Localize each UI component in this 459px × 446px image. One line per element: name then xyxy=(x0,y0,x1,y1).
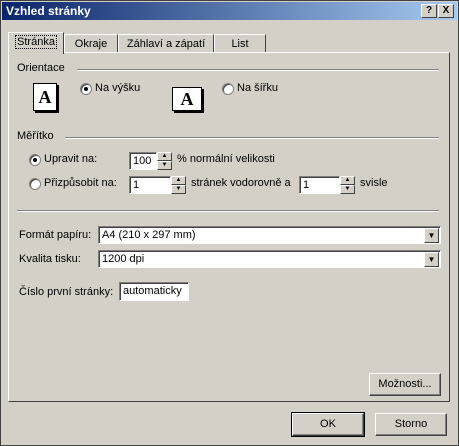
tab-sheet[interactable]: List xyxy=(214,34,266,53)
fit-to-label[interactable]: Přizpůsobit na: xyxy=(44,177,117,189)
help-button[interactable]: ? xyxy=(421,4,437,18)
fit-tall-input[interactable]: 1 xyxy=(299,176,340,194)
dropdown-arrow-icon[interactable]: ▼ xyxy=(424,228,439,243)
portrait-label[interactable]: Na výšku xyxy=(95,82,140,94)
print-quality-select[interactable]: 1200 dpi ▼ xyxy=(98,250,441,268)
print-quality-value: 1200 dpi xyxy=(102,253,145,265)
fit-wide-input[interactable]: 1 xyxy=(129,176,171,194)
adjust-to-label[interactable]: Upravit na: xyxy=(44,153,97,165)
spin-up-icon[interactable]: ▲ xyxy=(157,152,172,161)
fit-wide-spinner[interactable]: ▲ ▼ xyxy=(171,176,186,194)
portrait-radio[interactable] xyxy=(80,83,92,95)
portrait-page-icon: A xyxy=(33,83,57,111)
orientation-heading: Orientace xyxy=(17,62,65,74)
first-page-input[interactable]: automaticky xyxy=(119,282,189,301)
paper-size-value: A4 (210 x 297 mm) xyxy=(102,229,196,241)
adjust-to-input[interactable]: 100 xyxy=(129,152,157,170)
close-button[interactable]: X xyxy=(438,4,454,18)
scaling-heading: Měřítko xyxy=(17,130,54,142)
scaling-separator xyxy=(65,137,439,139)
dropdown-arrow-icon[interactable]: ▼ xyxy=(424,252,439,267)
fit-tall-spinner[interactable]: ▲ ▼ xyxy=(340,176,355,194)
tab-page[interactable]: Stránka xyxy=(8,32,64,54)
fit-wide-label: stránek vodorovně a xyxy=(191,177,291,189)
options-button[interactable]: Možnosti... xyxy=(369,373,441,396)
fit-to-radio[interactable] xyxy=(29,178,41,190)
adjust-to-suffix: % normální velikosti xyxy=(177,153,275,165)
adjust-to-spinner[interactable]: ▲ ▼ xyxy=(157,152,172,170)
tab-margins[interactable]: Okraje xyxy=(64,34,118,53)
spin-down-icon[interactable]: ▼ xyxy=(157,161,172,170)
cancel-button[interactable]: Storno xyxy=(375,413,447,436)
spin-down-icon[interactable]: ▼ xyxy=(171,185,186,194)
tab-header-footer[interactable]: Záhlaví a zápatí xyxy=(118,34,214,53)
print-quality-label: Kvalita tisku: xyxy=(19,253,81,265)
landscape-label[interactable]: Na šířku xyxy=(237,82,278,94)
spin-up-icon[interactable]: ▲ xyxy=(340,176,355,185)
adjust-to-radio[interactable] xyxy=(29,154,41,166)
first-page-label: Číslo první stránky: xyxy=(19,286,114,298)
ok-button[interactable]: OK xyxy=(291,412,365,437)
section-separator xyxy=(17,210,439,212)
spin-down-icon[interactable]: ▼ xyxy=(340,185,355,194)
window-title: Vzhled stránky xyxy=(6,4,91,18)
tab-panel: Orientace A Na výšku A Na šířku Měřítko … xyxy=(8,52,450,402)
fit-tall-label: svisle xyxy=(360,177,388,189)
spin-up-icon[interactable]: ▲ xyxy=(171,176,186,185)
landscape-page-icon: A xyxy=(172,87,202,111)
paper-size-label: Formát papíru: xyxy=(19,229,92,241)
paper-size-select[interactable]: A4 (210 x 297 mm) ▼ xyxy=(98,226,441,244)
orientation-separator xyxy=(77,69,439,71)
page-setup-dialog: Vzhled stránky ? X Stránka Okraje Záhlav… xyxy=(0,0,459,446)
landscape-radio[interactable] xyxy=(222,83,234,95)
title-bar[interactable]: Vzhled stránky ? X xyxy=(2,2,457,20)
